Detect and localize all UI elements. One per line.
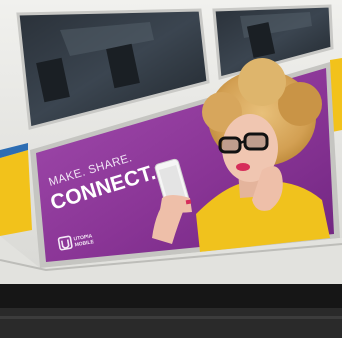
- road-curb: [0, 316, 342, 319]
- person-hair: [238, 58, 286, 106]
- person-lips: [236, 163, 250, 171]
- bus-advertisement-scene: MAKE. SHARE. CONNECT. UTOPIA MOBILE: [0, 0, 342, 338]
- scene-svg: MAKE. SHARE. CONNECT. UTOPIA MOBILE: [0, 0, 342, 338]
- bus-undercarriage: [0, 284, 342, 308]
- bus-stripe-yellow: [0, 150, 32, 236]
- fingernail: [185, 199, 192, 205]
- road: [0, 308, 342, 338]
